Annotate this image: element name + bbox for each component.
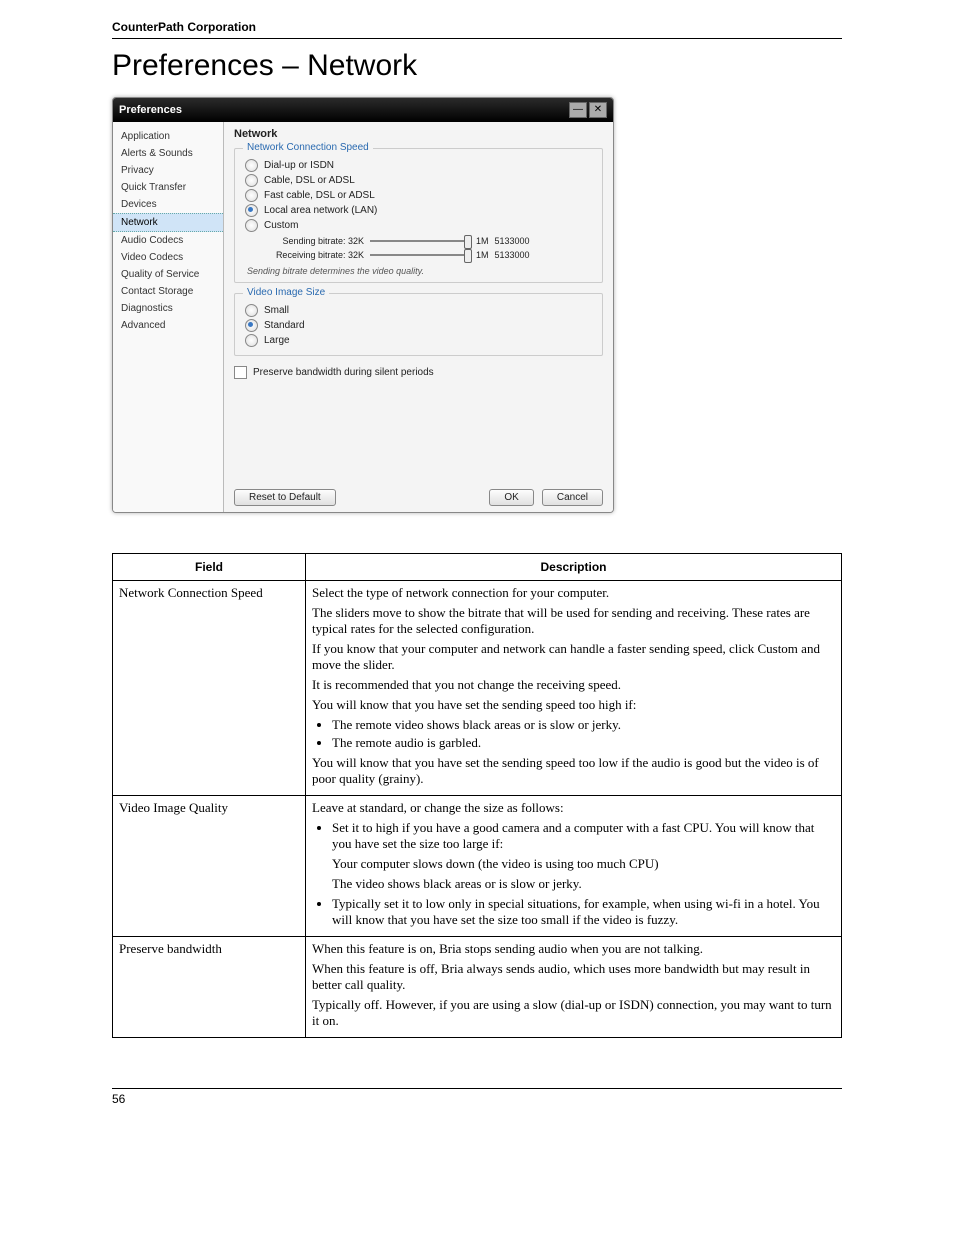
radio-label: Dial-up or ISDN <box>264 160 334 171</box>
field-cell: Video Image Quality <box>113 796 306 937</box>
minimize-button[interactable]: — <box>569 102 587 118</box>
sidebar-item[interactable]: Alerts & Sounds <box>113 145 223 162</box>
radio-icon <box>245 219 258 232</box>
radio-label: Fast cable, DSL or ADSL <box>264 190 375 201</box>
radio-icon <box>245 334 258 347</box>
dialog-title: Preferences <box>119 104 567 116</box>
field-description-table: Field Description Network Connection Spe… <box>112 553 842 1038</box>
description-cell: When this feature is on, Bria stops send… <box>306 937 842 1038</box>
sidebar-item[interactable]: Application <box>113 128 223 145</box>
slider-track[interactable] <box>370 240 470 242</box>
sidebar-item[interactable]: Privacy <box>113 162 223 179</box>
doc-header: CounterPath Corporation <box>112 20 842 39</box>
ok-button[interactable]: OK <box>489 489 533 506</box>
radio-label: Large <box>264 335 290 346</box>
radio-icon <box>245 204 258 217</box>
group-connection-speed: Network Connection Speed Dial-up or ISDN… <box>234 148 603 283</box>
group-video-size: Video Image Size SmallStandardLarge <box>234 293 603 356</box>
radio-option[interactable]: Dial-up or ISDN <box>245 159 592 172</box>
reset-button[interactable]: Reset to Default <box>234 489 336 506</box>
radio-label: Cable, DSL or ADSL <box>264 175 355 186</box>
radio-option[interactable]: Local area network (LAN) <box>245 204 592 217</box>
radio-option[interactable]: Small <box>245 304 592 317</box>
sidebar-item[interactable]: Quick Transfer <box>113 179 223 196</box>
radio-label: Standard <box>264 320 305 331</box>
radio-icon <box>245 304 258 317</box>
radio-option[interactable]: Custom <box>245 219 592 232</box>
note: Sending bitrate determines the video qua… <box>247 266 592 276</box>
checkbox-icon <box>234 366 247 379</box>
sidebar: ApplicationAlerts & SoundsPrivacyQuick T… <box>113 122 224 512</box>
page-title: Preferences – Network <box>112 49 842 83</box>
legend: Network Connection Speed <box>243 142 373 153</box>
slider-label: Receiving bitrate: 32K <box>259 250 364 260</box>
sidebar-item[interactable]: Video Codecs <box>113 249 223 266</box>
preferences-dialog: Preferences — ✕ ApplicationAlerts & Soun… <box>112 97 614 513</box>
th-field: Field <box>113 554 306 581</box>
panel: Network Network Connection Speed Dial-up… <box>224 122 613 512</box>
slider-max: 1M <box>476 250 489 260</box>
slider-value: 5133000 <box>495 236 530 246</box>
cancel-button[interactable]: Cancel <box>542 489 603 506</box>
radio-label: Small <box>264 305 289 316</box>
sidebar-item[interactable]: Diagnostics <box>113 300 223 317</box>
sidebar-item[interactable]: Contact Storage <box>113 283 223 300</box>
slider-value: 5133000 <box>495 250 530 260</box>
slider-max: 1M <box>476 236 489 246</box>
radio-option[interactable]: Standard <box>245 319 592 332</box>
sidebar-item[interactable]: Advanced <box>113 317 223 334</box>
radio-icon <box>245 319 258 332</box>
sidebar-item[interactable]: Devices <box>113 196 223 213</box>
sidebar-item[interactable]: Audio Codecs <box>113 232 223 249</box>
radio-option[interactable]: Fast cable, DSL or ADSL <box>245 189 592 202</box>
description-cell: Leave at standard, or change the size as… <box>306 796 842 937</box>
radio-option[interactable]: Cable, DSL or ADSL <box>245 174 592 187</box>
legend: Video Image Size <box>243 287 329 298</box>
slider-label: Sending bitrate: 32K <box>259 236 364 246</box>
radio-icon <box>245 159 258 172</box>
close-button[interactable]: ✕ <box>589 102 607 118</box>
sidebar-item[interactable]: Network <box>113 213 223 232</box>
field-cell: Preserve bandwidth <box>113 937 306 1038</box>
description-cell: Select the type of network connection fo… <box>306 581 842 796</box>
bitrate-slider[interactable]: Sending bitrate: 32K 1M 5133000 <box>259 236 592 246</box>
radio-icon <box>245 174 258 187</box>
radio-label: Local area network (LAN) <box>264 205 377 216</box>
field-cell: Network Connection Speed <box>113 581 306 796</box>
sidebar-item[interactable]: Quality of Service <box>113 266 223 283</box>
th-description: Description <box>306 554 842 581</box>
slider-track[interactable] <box>370 254 470 256</box>
page-number: 56 <box>112 1088 842 1106</box>
checkbox-label: Preserve bandwidth during silent periods <box>253 367 434 378</box>
panel-title: Network <box>234 128 603 140</box>
radio-label: Custom <box>264 220 298 231</box>
preserve-bandwidth-checkbox[interactable]: Preserve bandwidth during silent periods <box>234 366 603 379</box>
radio-option[interactable]: Large <box>245 334 592 347</box>
radio-icon <box>245 189 258 202</box>
dialog-titlebar: Preferences — ✕ <box>113 98 613 122</box>
bitrate-slider[interactable]: Receiving bitrate: 32K 1M 5133000 <box>259 250 592 260</box>
